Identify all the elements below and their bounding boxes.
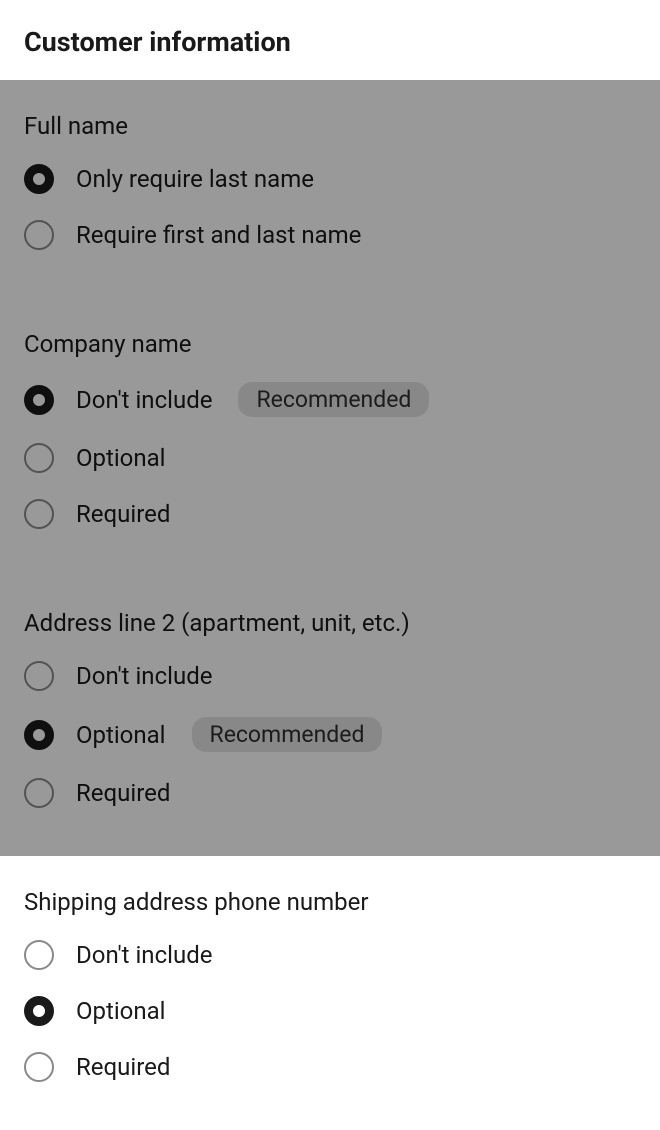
radio-label: Optional bbox=[76, 444, 166, 472]
section-title-company-name: Company name bbox=[24, 330, 636, 358]
radio-icon bbox=[24, 164, 54, 194]
radio-row-phone-dont-include[interactable]: Don't include bbox=[24, 940, 636, 970]
radio-label: Don't include bbox=[76, 662, 212, 690]
section-title-shipping-phone: Shipping address phone number bbox=[24, 888, 636, 916]
radio-icon bbox=[24, 220, 54, 250]
dimmed-region: Full name Only require last name Require… bbox=[0, 80, 660, 856]
section-address-line-2: Address line 2 (apartment, unit, etc.) D… bbox=[0, 577, 660, 856]
radio-label: Required bbox=[76, 779, 170, 807]
radio-row-company-required[interactable]: Required bbox=[24, 499, 636, 529]
radio-row-phone-optional[interactable]: Optional bbox=[24, 996, 636, 1026]
section-company-name: Company name Don't include Recommended O… bbox=[0, 298, 660, 577]
radio-row-only-last-name[interactable]: Only require last name bbox=[24, 164, 636, 194]
section-title-address-line-2: Address line 2 (apartment, unit, etc.) bbox=[24, 609, 636, 637]
section-shipping-phone: Shipping address phone number Don't incl… bbox=[0, 856, 660, 1130]
radio-label: Optional bbox=[76, 721, 166, 749]
section-full-name: Full name Only require last name Require… bbox=[0, 80, 660, 298]
radio-icon bbox=[24, 443, 54, 473]
radio-icon bbox=[24, 385, 54, 415]
section-title-full-name: Full name bbox=[24, 112, 636, 140]
radio-label: Required bbox=[76, 1053, 170, 1081]
radio-row-addr2-dont-include[interactable]: Don't include bbox=[24, 661, 636, 691]
page-title: Customer information bbox=[24, 26, 636, 58]
page-header: Customer information bbox=[0, 0, 660, 80]
radio-row-first-and-last-name[interactable]: Require first and last name bbox=[24, 220, 636, 250]
radio-icon bbox=[24, 499, 54, 529]
radio-icon bbox=[24, 996, 54, 1026]
recommended-badge: Recommended bbox=[238, 382, 429, 417]
radio-icon bbox=[24, 940, 54, 970]
radio-icon bbox=[24, 778, 54, 808]
radio-row-addr2-optional[interactable]: Optional Recommended bbox=[24, 717, 636, 752]
recommended-badge: Recommended bbox=[192, 717, 383, 752]
radio-label: Don't include bbox=[76, 386, 212, 414]
radio-label: Require first and last name bbox=[76, 221, 361, 249]
radio-row-phone-required[interactable]: Required bbox=[24, 1052, 636, 1082]
radio-row-company-optional[interactable]: Optional bbox=[24, 443, 636, 473]
radio-icon bbox=[24, 661, 54, 691]
radio-row-company-dont-include[interactable]: Don't include Recommended bbox=[24, 382, 636, 417]
radio-icon bbox=[24, 1052, 54, 1082]
radio-label: Only require last name bbox=[76, 165, 314, 193]
radio-label: Don't include bbox=[76, 941, 212, 969]
radio-row-addr2-required[interactable]: Required bbox=[24, 778, 636, 808]
radio-icon bbox=[24, 720, 54, 750]
radio-label: Optional bbox=[76, 997, 166, 1025]
radio-label: Required bbox=[76, 500, 170, 528]
